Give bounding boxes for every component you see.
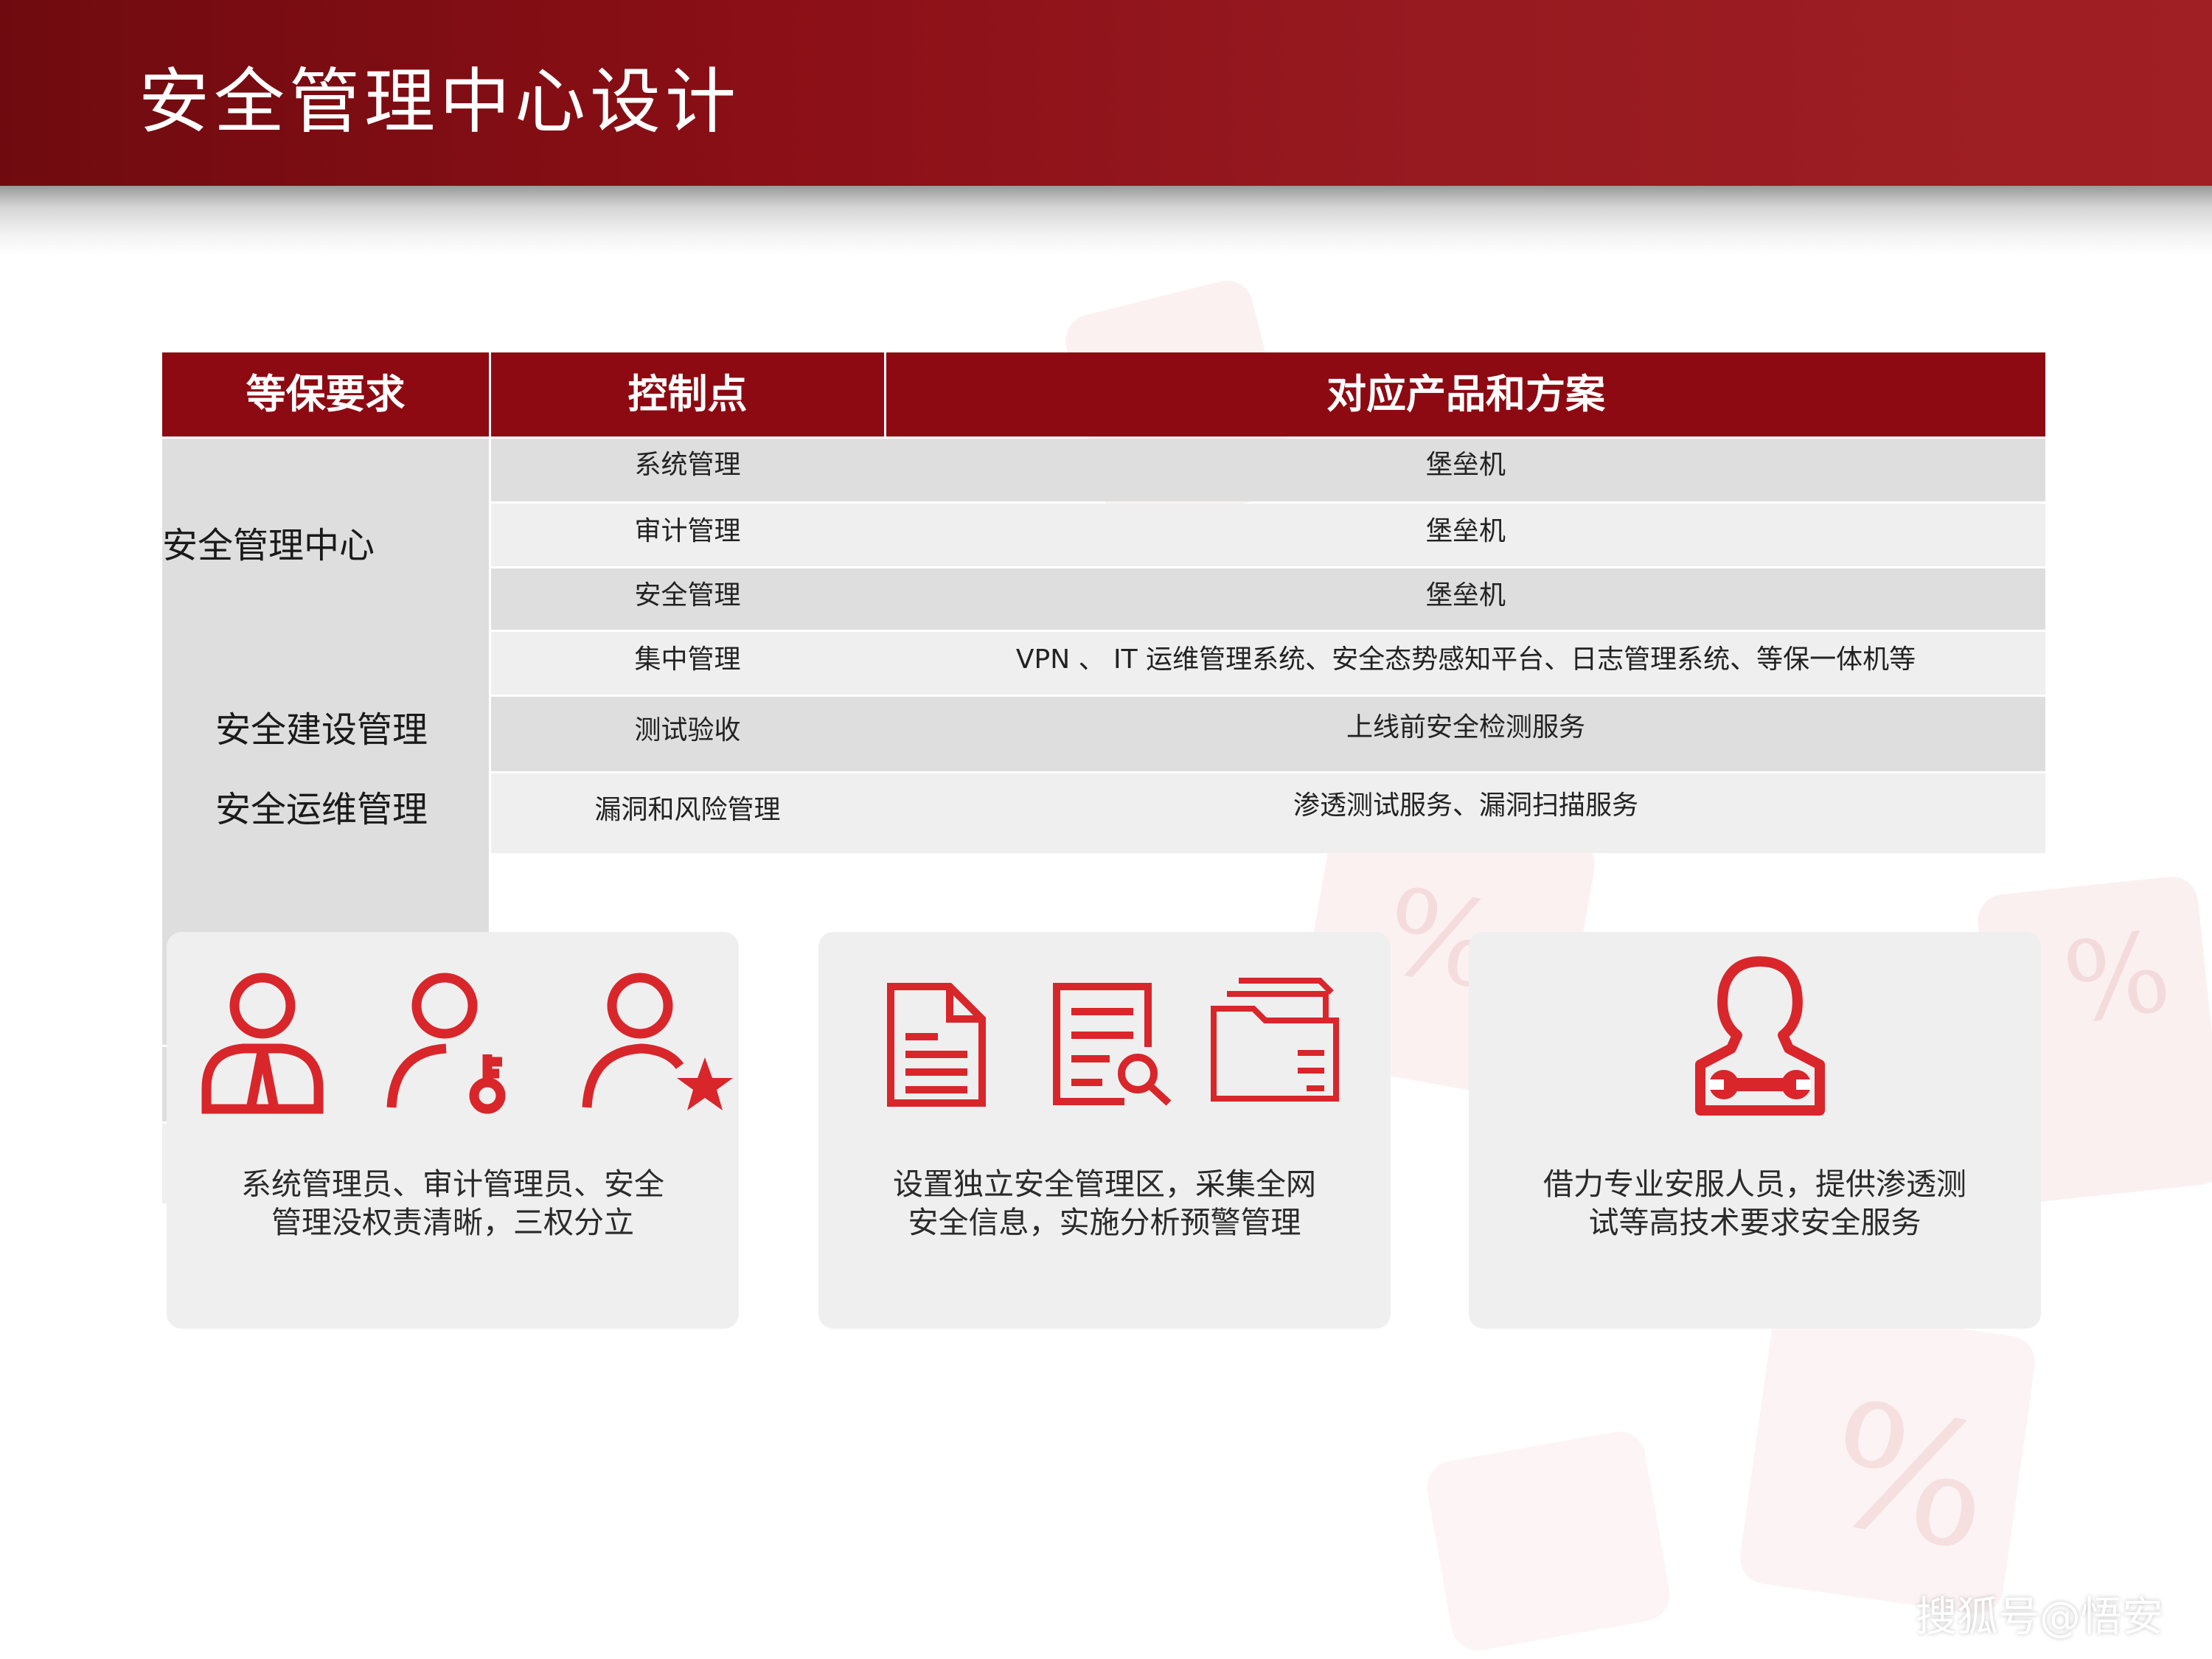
key-person-icon <box>386 973 506 1114</box>
card-text: 借力专业安服人员，提供渗透测 试等高技术要求安全服务 <box>1543 1166 1966 1240</box>
header-requirement: 等保要求 <box>246 371 406 417</box>
table-row: 安全管理 堡垒机 <box>491 568 2045 630</box>
solution-cell: 堡垒机 <box>1425 580 1506 611</box>
document-search-icon <box>1053 983 1172 1106</box>
card-management-zone: 设置独立安全管理区，采集全网 安全信息，实施分析预警管理 <box>818 932 1391 1329</box>
card-roles: 系统管理员、审计管理员、安全 管理没权责清晰，三权分立 <box>167 932 739 1329</box>
control-point-cell: 安全管理 <box>634 580 741 611</box>
control-point-cell: 审计管理 <box>634 516 741 546</box>
table-row: 测试验收 上线前安全检测服务 <box>491 697 2045 771</box>
table-row: 审计管理 堡垒机 <box>491 504 2045 566</box>
decorative-dice <box>1422 1427 1674 1655</box>
requirement-label: 安全建设管理 <box>215 709 428 751</box>
table-row: 集中管理 VPN 、 IT 运维管理系统、安全态势感知平台、日志管理系统、等保一… <box>491 632 2045 695</box>
watermark: 搜狐号@悟安 <box>1916 1593 2163 1641</box>
folder-files-icon <box>1211 978 1339 1102</box>
table-header: 等保要求 控制点 对应产品和方案 <box>162 352 2045 437</box>
column-divider <box>489 352 491 437</box>
card-text: 设置独立安全管理区，采集全网 安全信息，实施分析预警管理 <box>893 1166 1316 1240</box>
table-row: 漏洞和风险管理 渗透测试服务、漏洞扫描服务 <box>491 773 2045 853</box>
page-title: 安全管理中心设计 <box>139 60 740 143</box>
control-point-cell: 漏洞和风险管理 <box>594 795 781 825</box>
header-control-point: 控制点 <box>627 371 748 417</box>
decorative-percent: % <box>2056 907 2178 1050</box>
card-professional-service: 借力专业安服人员，提供渗透测 试等高技术要求安全服务 <box>1469 932 2041 1329</box>
requirement-label: 安全运维管理 <box>215 789 428 830</box>
solution-cell: 上线前安全检测服务 <box>1346 712 1585 742</box>
solution-cell: 堡垒机 <box>1425 516 1506 546</box>
table-row: 系统管理 堡垒机 <box>491 439 2045 501</box>
control-point-cell: 集中管理 <box>634 644 741 675</box>
control-point-cell: 测试验收 <box>634 715 741 745</box>
solution-cell: 堡垒机 <box>1425 450 1506 480</box>
admin-person-icon <box>201 973 324 1114</box>
document-icon <box>887 983 986 1107</box>
solution-cell: VPN 、 IT 运维管理系统、安全态势感知平台、日志管理系统、等保一体机等 <box>1015 644 1916 675</box>
solution-cell: 渗透测试服务、漏洞扫描服务 <box>1293 790 1638 821</box>
header-solution: 对应产品和方案 <box>1326 371 1605 417</box>
requirement-label: 安全管理中心 <box>162 525 375 566</box>
column-divider <box>884 352 886 437</box>
star-person-icon <box>582 973 733 1110</box>
header-shadow <box>0 186 2212 256</box>
card-text: 系统管理员、审计管理员、安全 管理没权责清晰，三权分立 <box>241 1166 664 1240</box>
engineer-wrench-icon <box>1695 956 1825 1116</box>
control-point-cell: 系统管理 <box>634 450 741 480</box>
